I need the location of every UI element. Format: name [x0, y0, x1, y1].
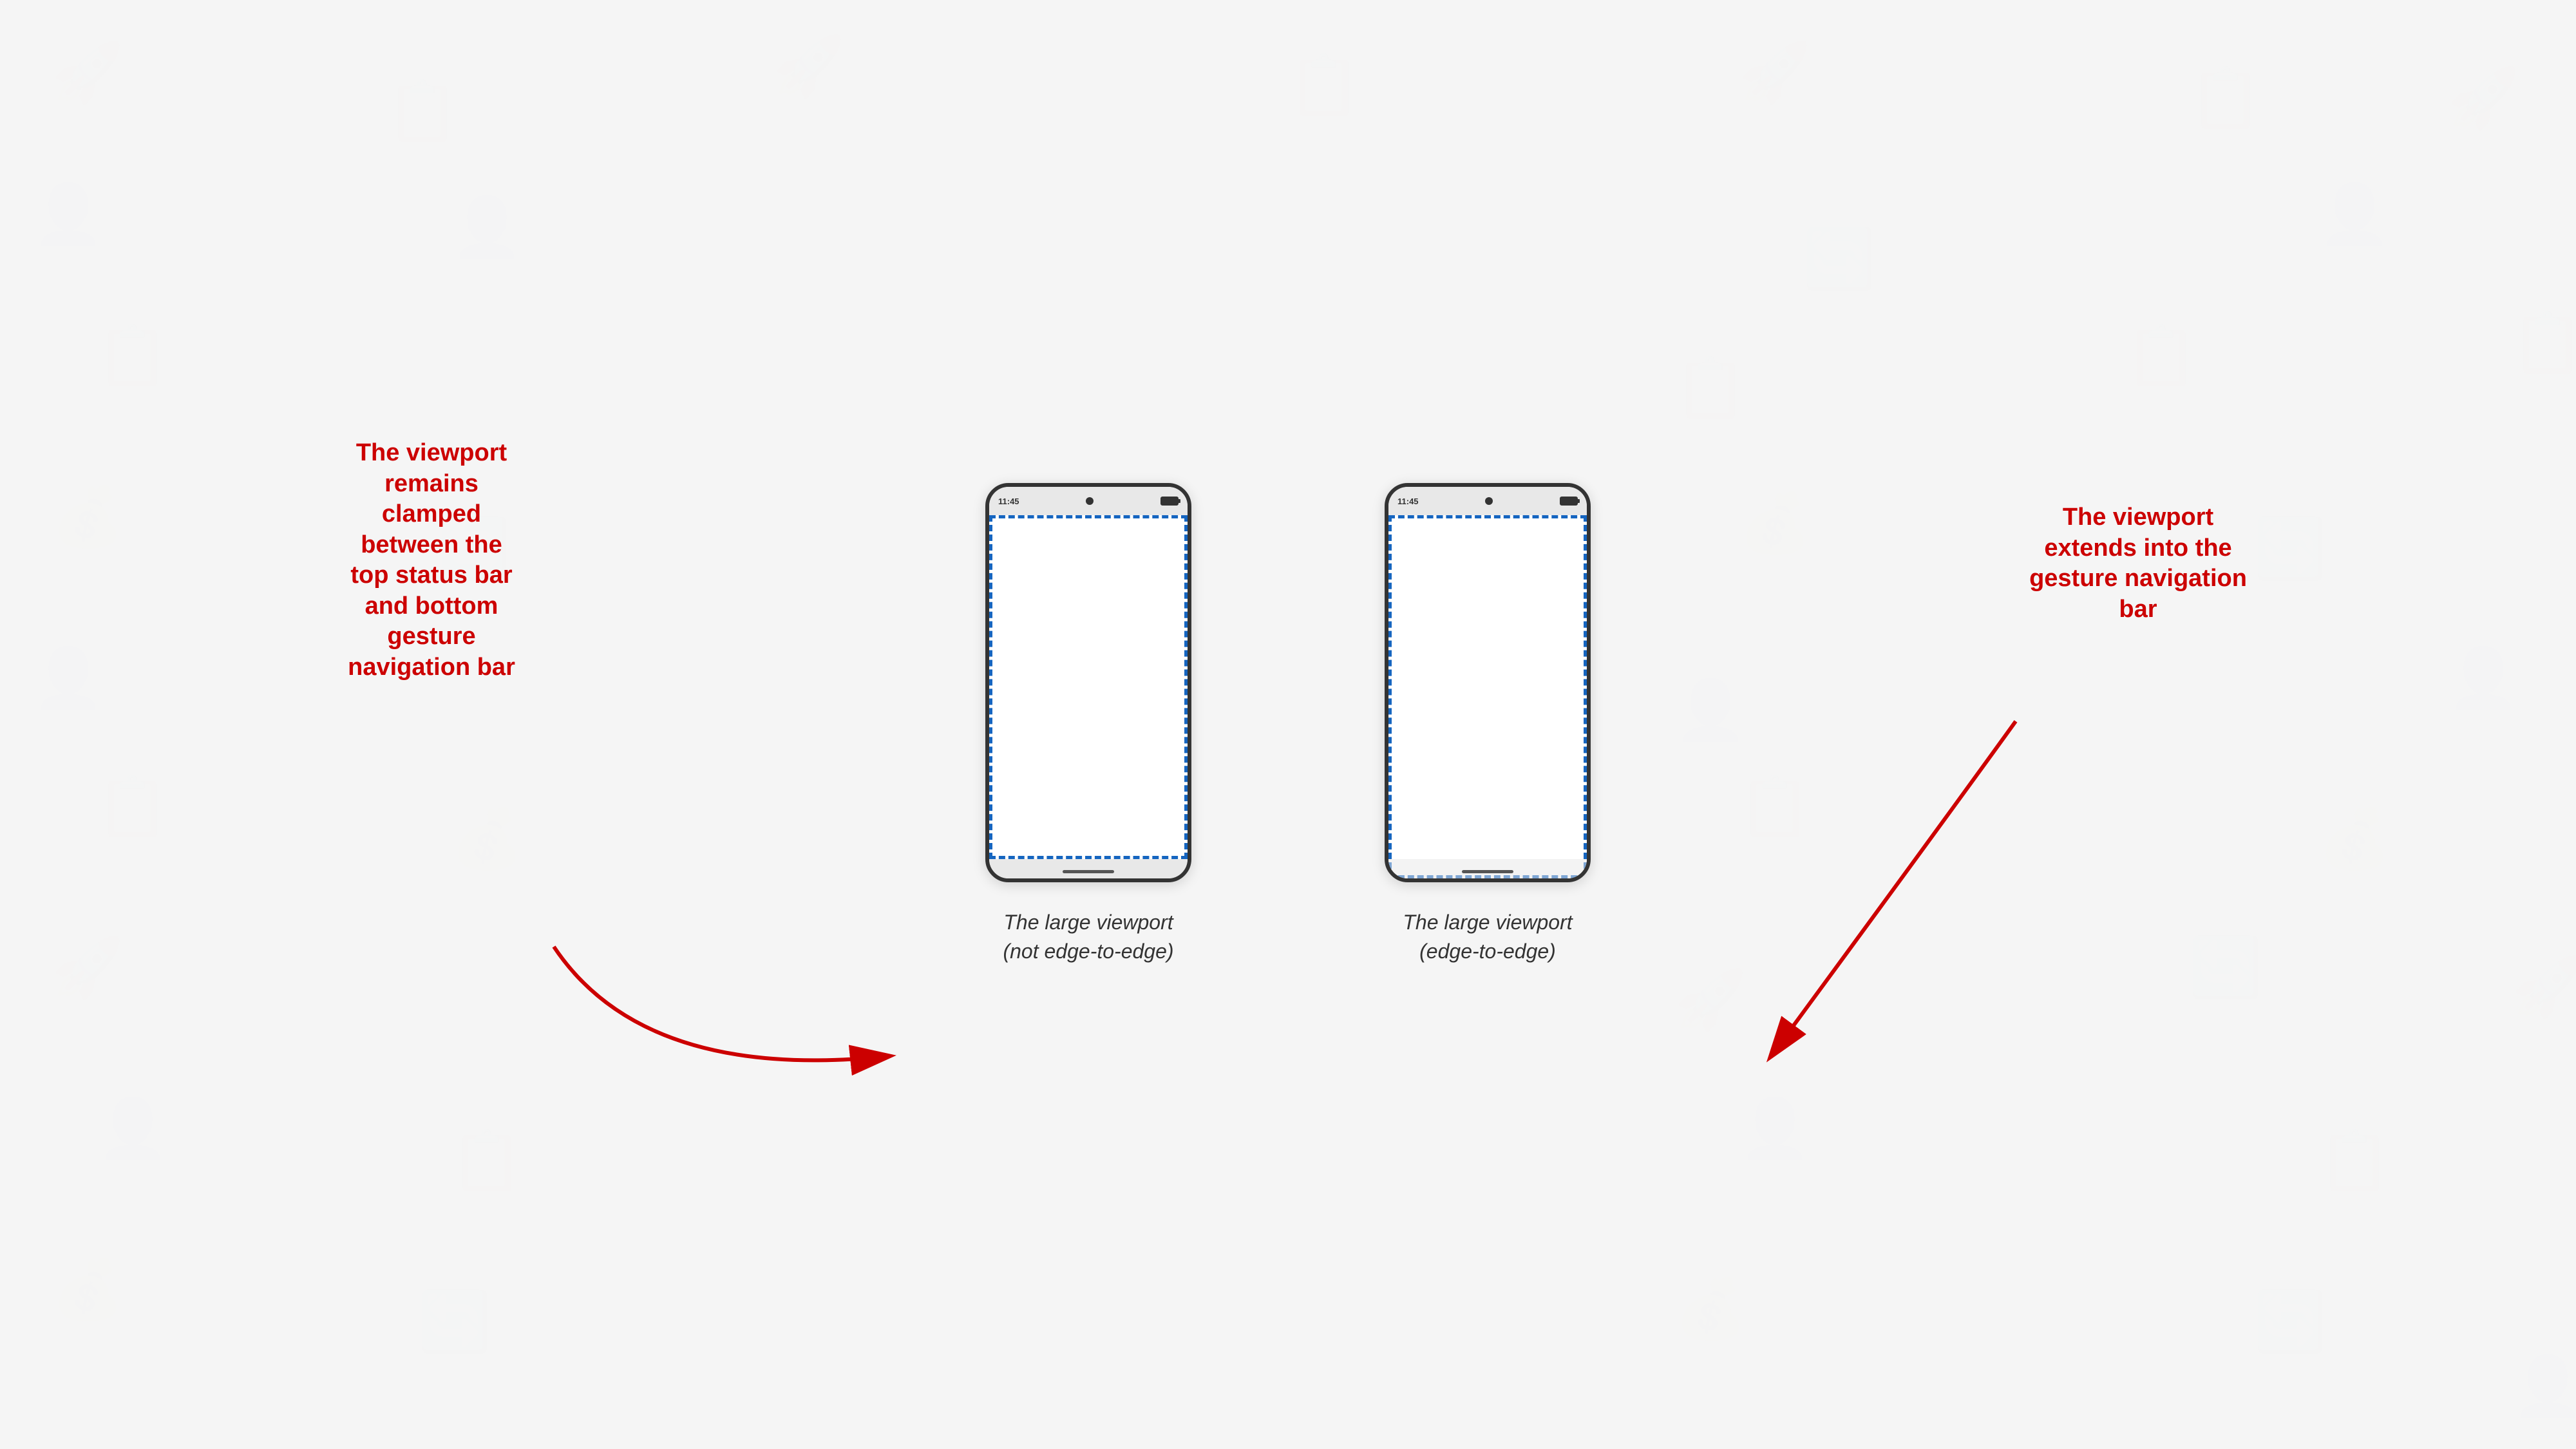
- status-bar-left: 11:45: [989, 487, 1188, 515]
- camera-dot-left: [1086, 497, 1094, 505]
- caption-edge: The large viewport (edge-to-edge): [1403, 908, 1572, 966]
- annotation-right: The viewport extends into the gesture na…: [2016, 502, 2260, 625]
- phone-not-edge: 11:45: [985, 483, 1191, 882]
- status-time-left: 11:45: [998, 497, 1019, 506]
- status-bar-right: 11:45: [1388, 487, 1587, 515]
- phone-edge-wrapper: 11:45 The large viewport (edge-to-edge): [1385, 483, 1591, 966]
- main-content: 11:45 The large viewport (not edge-to-ed…: [0, 0, 2576, 1449]
- home-bar-right: [1462, 870, 1513, 873]
- viewport-edge: [1388, 515, 1587, 878]
- status-time-right: 11:45: [1397, 497, 1419, 506]
- battery-left: [1160, 497, 1179, 506]
- gesture-nav-right: [1388, 859, 1587, 878]
- battery-right: [1560, 497, 1578, 506]
- gesture-nav-left: [989, 859, 1188, 878]
- home-bar-left: [1063, 870, 1114, 873]
- phone-not-edge-wrapper: 11:45 The large viewport (not edge-to-ed…: [985, 483, 1191, 966]
- camera-dot-right: [1485, 497, 1493, 505]
- phone-edge: 11:45: [1385, 483, 1591, 882]
- caption-not-edge: The large viewport (not edge-to-edge): [1003, 908, 1173, 966]
- viewport-not-edge: [989, 515, 1188, 859]
- annotation-left: The viewport remains clamped between the…: [309, 438, 554, 683]
